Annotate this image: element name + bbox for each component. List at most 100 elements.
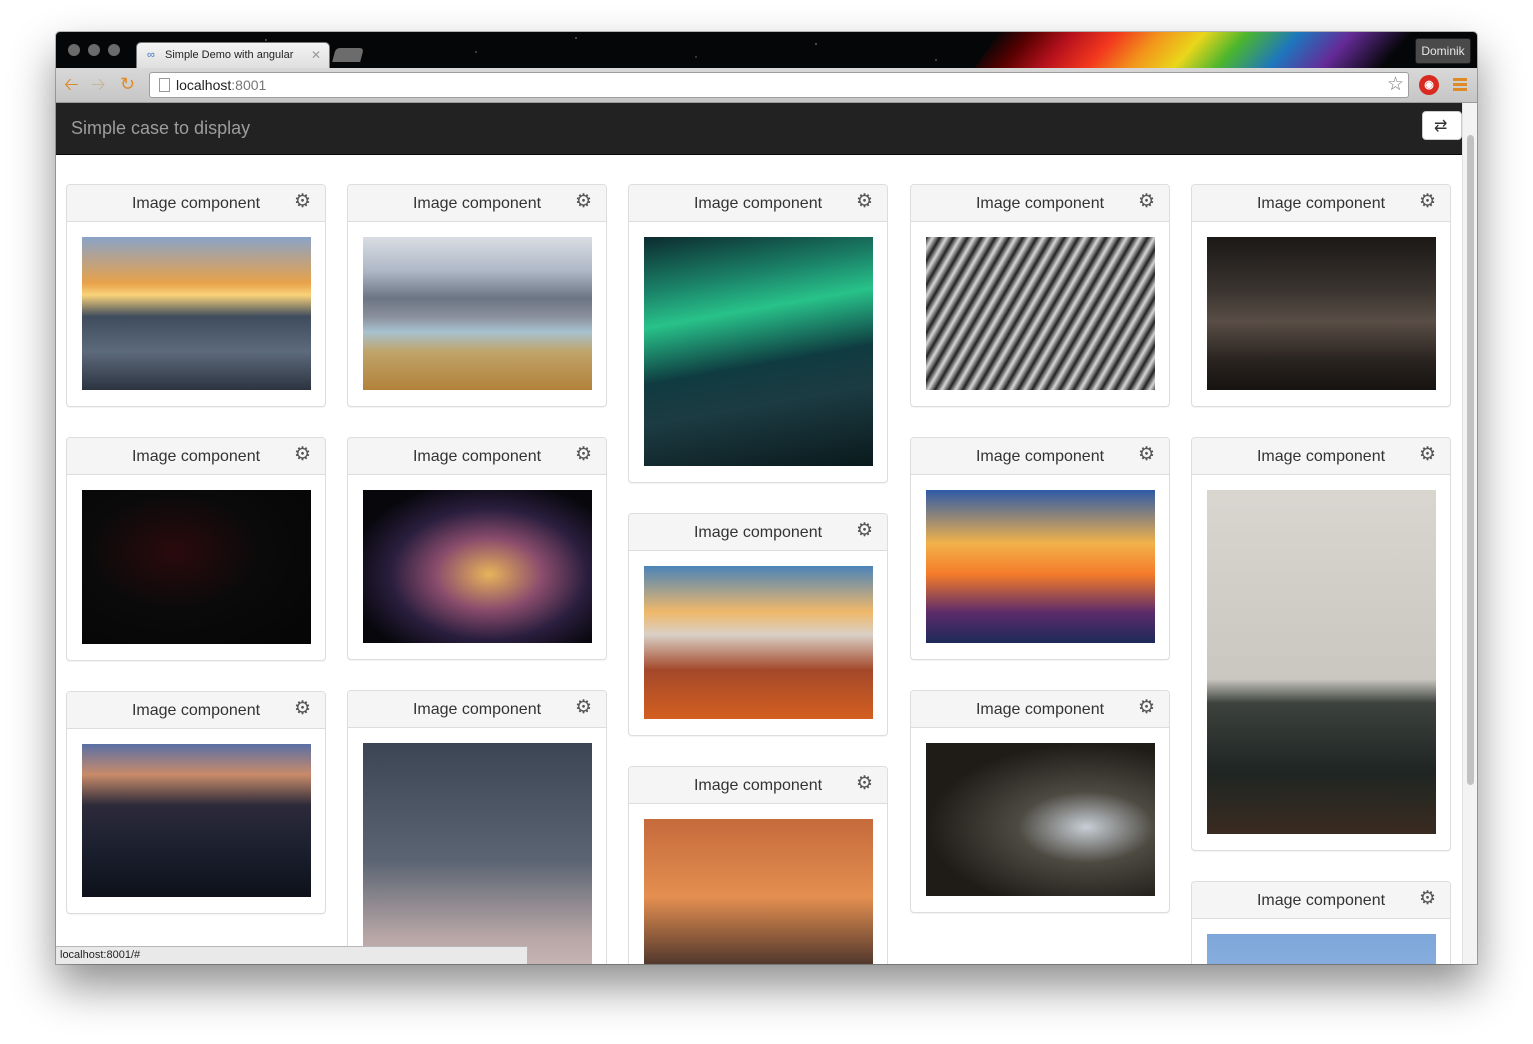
panel-heading: Image component ⚙ <box>348 438 606 475</box>
panel-heading: Image component ⚙ <box>67 692 325 729</box>
back-arrow-icon[interactable]: 🡠 <box>64 74 79 94</box>
gear-icon[interactable]: ⚙ <box>294 445 311 465</box>
panel-heading: Image component ⚙ <box>629 185 887 222</box>
image-panel: Image component ⚙ <box>628 513 888 736</box>
panel-heading: Image component ⚙ <box>911 691 1169 728</box>
panel-title: Image component <box>131 195 261 212</box>
gear-icon[interactable]: ⚙ <box>1419 445 1436 465</box>
browser-window: ∞ Simple Demo with angular ✕ Dominik 🡠 🡢… <box>56 32 1477 964</box>
image-panel: Image component ⚙ <box>66 437 326 661</box>
url-text[interactable]: localhost:8001 <box>176 77 266 93</box>
gear-icon[interactable]: ⚙ <box>1138 698 1155 718</box>
panel-title: Image component <box>412 448 542 465</box>
image-panel: Image component ⚙ <box>910 690 1170 913</box>
mountain-silhouette-image <box>644 819 873 964</box>
ublock-extension-icon[interactable]: ◉ <box>1419 75 1439 95</box>
gear-icon[interactable]: ⚙ <box>294 192 311 212</box>
profile-button[interactable]: Dominik <box>1415 38 1471 64</box>
panel-title: Image component <box>131 448 261 465</box>
browser-tab[interactable]: ∞ Simple Demo with angular ✕ <box>136 42 330 68</box>
pier-sunset-image <box>926 490 1155 643</box>
panel-heading: Image component ⚙ <box>67 185 325 222</box>
abstract-architecture-image <box>926 237 1155 390</box>
image-panel: Image component ⚙ <box>66 691 326 914</box>
panel-heading: Image component ⚙ <box>1192 438 1450 475</box>
shuffle-button[interactable]: ⇄ <box>1422 111 1462 140</box>
browser-menu-icon[interactable] <box>1453 78 1467 92</box>
mountain-lake-image <box>363 237 592 390</box>
panel-title: Image component <box>1256 892 1386 909</box>
sunset-skatepark-image <box>82 237 311 390</box>
close-tab-icon[interactable]: ✕ <box>311 48 321 62</box>
zoom-window-button[interactable] <box>108 44 120 56</box>
cafe-interior-image <box>1207 490 1436 834</box>
panel-title: Image component <box>1256 448 1386 465</box>
northern-lights-image <box>644 237 873 466</box>
city-night-skyline-image <box>82 744 311 897</box>
panel-heading: Image component ⚙ <box>911 185 1169 222</box>
panel-heading: Image component ⚙ <box>348 185 606 222</box>
gear-icon[interactable]: ⚙ <box>1419 192 1436 212</box>
image-panel: Image component ⚙ <box>347 184 607 407</box>
shuffle-icon: ⇄ <box>1434 118 1448 135</box>
panel-title: Image component <box>693 777 823 794</box>
scrollbar[interactable] <box>1462 103 1477 964</box>
panel-title: Image component <box>975 195 1105 212</box>
angular-favicon-icon: ∞ <box>147 49 155 61</box>
gear-icon[interactable]: ⚙ <box>294 699 311 719</box>
bookmark-star-icon[interactable]: ☆ <box>1387 73 1404 96</box>
tab-title: Simple Demo with angular <box>165 49 294 61</box>
minimize-window-button[interactable] <box>88 44 100 56</box>
gear-icon[interactable]: ⚙ <box>575 698 592 718</box>
gear-icon[interactable]: ⚙ <box>856 774 873 794</box>
image-panel: Image component ⚙ <box>910 184 1170 407</box>
theme-rainbow <box>957 32 1435 68</box>
image-panel: Image component ⚙ <box>1191 437 1451 851</box>
gear-icon[interactable]: ⚙ <box>575 445 592 465</box>
app-title[interactable]: Simple case to display <box>71 118 250 139</box>
blue-sky-image <box>1207 934 1436 964</box>
panel-heading: Image component ⚙ <box>1192 185 1450 222</box>
panel-title: Image component <box>1256 195 1386 212</box>
gear-icon[interactable]: ⚙ <box>856 521 873 541</box>
gear-icon[interactable]: ⚙ <box>1419 889 1436 909</box>
panel-heading: Image component ⚙ <box>911 438 1169 475</box>
panel-heading: Image component ⚙ <box>629 514 887 551</box>
panel-heading: Image component ⚙ <box>1192 882 1450 919</box>
mountain-sunset-clouds-image <box>644 566 873 719</box>
panel-title: Image component <box>975 448 1105 465</box>
image-panel: Image component ⚙ <box>1191 184 1451 407</box>
address-bar[interactable]: localhost:8001 ☆ <box>149 72 1409 98</box>
image-panel: Image component ⚙ <box>1191 881 1451 964</box>
panel-title: Image component <box>131 702 261 719</box>
scrollbar-thumb[interactable] <box>1467 135 1474 785</box>
close-window-button[interactable] <box>68 44 80 56</box>
panel-heading: Image component ⚙ <box>348 691 606 728</box>
forward-arrow-icon[interactable]: 🡢 <box>91 74 106 94</box>
new-tab-button[interactable] <box>332 48 364 62</box>
panel-heading: Image component ⚙ <box>629 767 887 804</box>
gear-icon[interactable]: ⚙ <box>1138 445 1155 465</box>
gear-icon[interactable]: ⚙ <box>1138 192 1155 212</box>
panel-heading: Image component ⚙ <box>67 438 325 475</box>
image-panel: Image component ⚙ <box>66 184 326 407</box>
gear-icon[interactable]: ⚙ <box>575 192 592 212</box>
panel-title: Image component <box>412 701 542 718</box>
page-viewport: Simple case to display ⇄ Image component… <box>56 103 1477 964</box>
image-panel: Image component ⚙ <box>628 766 888 964</box>
red-ribbon-antler-image <box>82 490 311 644</box>
image-panel: Image component ⚙ <box>628 184 888 483</box>
panel-title: Image component <box>693 195 823 212</box>
app-navbar: Simple case to display ⇄ <box>56 103 1462 155</box>
gear-icon[interactable]: ⚙ <box>856 192 873 212</box>
panel-title: Image component <box>693 524 823 541</box>
reload-icon[interactable]: ↻ <box>120 74 135 94</box>
woman-reading-image <box>926 743 1155 896</box>
milky-way-image <box>363 490 592 643</box>
panel-title: Image component <box>975 701 1105 718</box>
image-panel: Image component ⚙ <box>910 437 1170 660</box>
skyscraper-clouds-image <box>363 743 592 964</box>
page-icon <box>159 78 170 92</box>
status-bar: localhost:8001/# <box>56 946 528 964</box>
browser-toolbar: 🡠 🡢 ↻ localhost:8001 ☆ ◉ <box>56 68 1477 103</box>
